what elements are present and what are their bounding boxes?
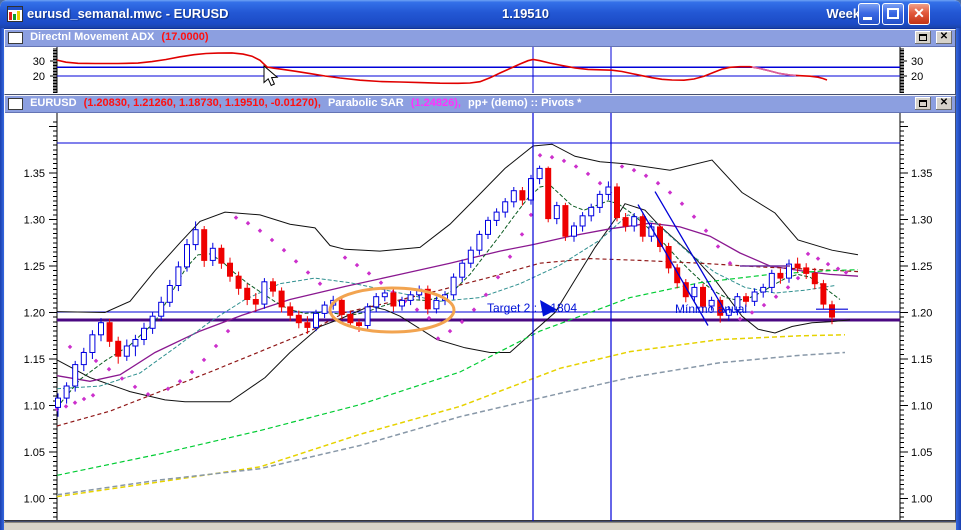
adx-panel-title: Directnl Movement ADX [30, 31, 155, 43]
price-system-box[interactable] [8, 98, 23, 110]
svg-text:1.00: 1.00 [911, 494, 932, 506]
price-plot[interactable]: 1.35 1.35 1.30 1.30 1.25 1.25 1.20 1.20 1.15 1.15… [4, 112, 956, 521]
price-panel-symbol: EURUSD [30, 97, 77, 109]
adx-plot[interactable]: 30 30 20 20 [4, 46, 956, 94]
ma-darkgreen [56, 184, 841, 408]
annotation-minimo-anual[interactable]: Mínimo anual [675, 302, 747, 316]
svg-text:20: 20 [33, 71, 45, 83]
price-panel-ohlc: (1.20830, 1.21260, 1.18730, 1.19510, -0.… [83, 97, 321, 109]
adx-system-box[interactable] [8, 32, 23, 44]
candles [55, 165, 835, 417]
svg-text:1.30: 1.30 [911, 215, 932, 227]
ma-gray [56, 351, 846, 496]
pivot-lines [57, 142, 900, 322]
adx-levels [57, 47, 900, 93]
svg-text:20: 20 [911, 71, 923, 83]
svg-text:1.35: 1.35 [24, 168, 45, 180]
svg-text:1.25: 1.25 [911, 261, 932, 273]
svg-text:1.25: 1.25 [24, 261, 45, 273]
annotation-target[interactable]: Target 2 : 1.1804 [487, 301, 577, 315]
price-panel-header[interactable]: EURUSD (1.20830, 1.21260, 1.18730, 1.195… [5, 96, 955, 113]
price-panel-pivots-label: pp+ (demo) :: Pivots * [468, 97, 582, 109]
window-bottom-frame [4, 522, 956, 530]
adx-maximize-button[interactable] [914, 31, 931, 44]
title-bar[interactable]: eurusd_semanal.mwc - EURUSD 1.19510 Week… [0, 0, 961, 29]
price-maximize-button[interactable] [914, 97, 931, 110]
svg-text:1.10: 1.10 [24, 401, 45, 413]
adx-axes: 30 30 20 20 [33, 47, 923, 93]
svg-text:1.05: 1.05 [24, 447, 45, 459]
svg-text:1.15: 1.15 [24, 354, 45, 366]
adx-panel-value: (17.0000) [161, 31, 209, 43]
maximize-button[interactable] [882, 3, 904, 25]
minimize-button[interactable] [858, 3, 880, 25]
price-close-button[interactable]: ✕ [936, 97, 952, 110]
price-axes: 1.35 1.35 1.30 1.30 1.25 1.25 1.20 1.20 1.15 1.15… [4, 113, 956, 521]
adx-panel-header[interactable]: Directnl Movement ADX (17.0000) ✕ [5, 30, 955, 47]
svg-text:1.10: 1.10 [911, 401, 932, 413]
svg-text:30: 30 [33, 56, 45, 68]
svg-text:1.00: 1.00 [24, 494, 45, 506]
chart-window: eurusd_semanal.mwc - EURUSD 1.19510 Week… [0, 0, 961, 530]
app-icon [7, 6, 23, 22]
window-border-right [956, 28, 961, 530]
price-panel-sar-label: Parabolic SAR [327, 97, 404, 109]
adx-ADX-recent-line [751, 66, 797, 77]
svg-text:1.35: 1.35 [911, 168, 932, 180]
adx-close-button[interactable]: ✕ [936, 31, 952, 44]
svg-text:1.20: 1.20 [911, 308, 932, 320]
svg-text:1.15: 1.15 [911, 354, 932, 366]
close-button[interactable]: ✕ [908, 3, 930, 25]
svg-text:1.30: 1.30 [24, 215, 45, 227]
window-title: eurusd_semanal.mwc - EURUSD [27, 6, 229, 21]
adx-ADX-line [56, 52, 828, 85]
svg-text:1.20: 1.20 [24, 308, 45, 320]
svg-text:1.05: 1.05 [911, 447, 932, 459]
ma-yellow [56, 334, 846, 498]
price-panel-sar-value: (1.24826), [410, 97, 461, 109]
titlebar-price: 1.19510 [502, 6, 549, 21]
svg-text:30: 30 [911, 56, 923, 68]
